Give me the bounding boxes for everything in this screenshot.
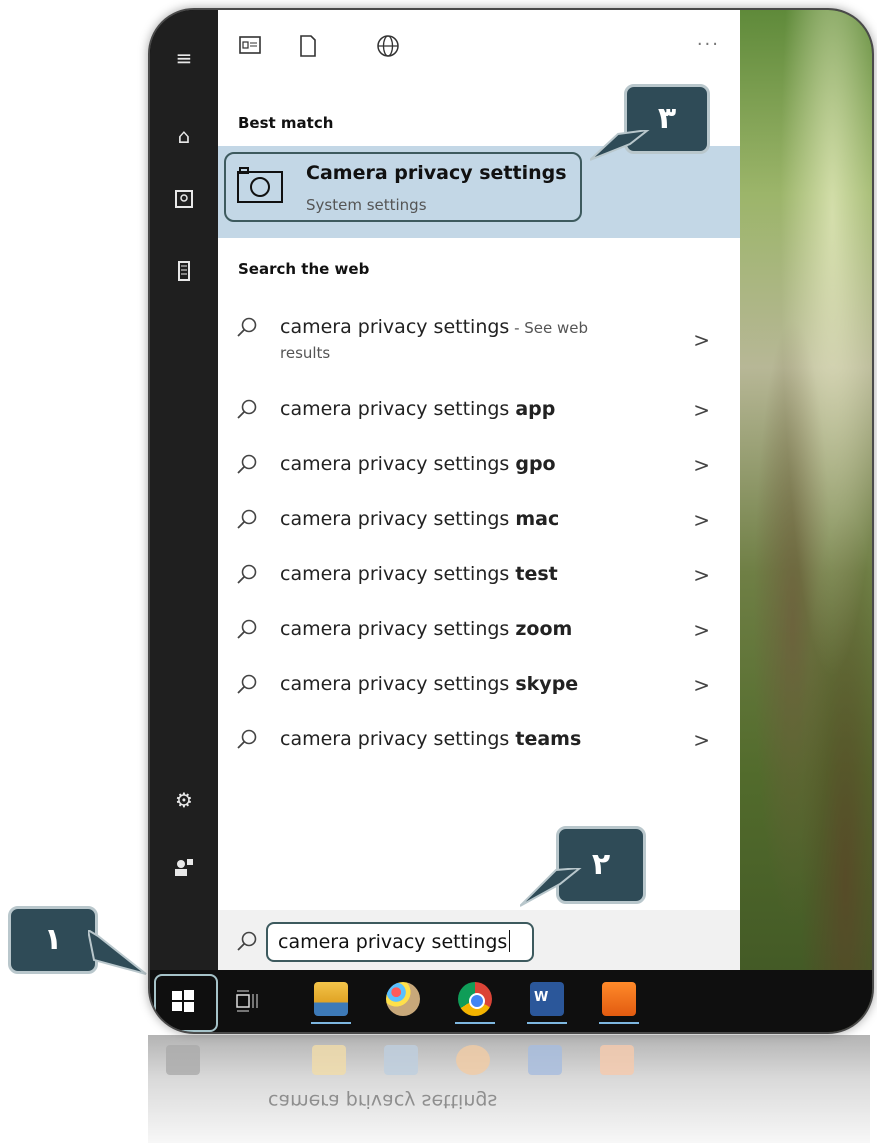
task-view-icon[interactable] bbox=[234, 988, 260, 1014]
web-result-row[interactable]: camera privacy settings mac > bbox=[218, 494, 740, 548]
text-cursor bbox=[509, 930, 511, 952]
web-result-results-label: results bbox=[280, 344, 331, 362]
search-input[interactable]: camera privacy settings bbox=[266, 922, 534, 962]
file-explorer-running-indicator bbox=[311, 1022, 351, 1024]
taskbar: W bbox=[150, 970, 872, 1032]
web-globe-icon[interactable] bbox=[374, 34, 402, 62]
search-icon bbox=[237, 564, 257, 584]
settings-gear-icon[interactable]: ⚙ bbox=[170, 786, 198, 814]
word-icon[interactable]: W bbox=[530, 982, 564, 1016]
word-icon-letter: W bbox=[534, 990, 549, 1005]
chevron-right-icon[interactable]: > bbox=[693, 673, 710, 697]
callout-1-pointer bbox=[88, 930, 147, 975]
user-account-icon[interactable] bbox=[170, 856, 198, 884]
web-result-text: camera privacy settings gpo bbox=[280, 453, 556, 475]
web-result-text: camera privacy settings - See web bbox=[280, 316, 589, 338]
chevron-right-icon[interactable]: > bbox=[693, 328, 710, 352]
home-icon[interactable]: ⌂ bbox=[170, 122, 198, 150]
start-rail: ≡ ⌂ ⚙ bbox=[150, 10, 218, 970]
callout-2-pointer bbox=[520, 868, 582, 907]
web-result-row[interactable]: camera privacy settings gpo > bbox=[218, 439, 740, 493]
search-icon bbox=[237, 619, 257, 639]
callout-3-pointer bbox=[590, 130, 650, 161]
search-input-value: camera privacy settings bbox=[278, 930, 511, 953]
web-result-row[interactable]: camera privacy settings - See web result… bbox=[218, 302, 740, 374]
pdf-app-icon[interactable] bbox=[602, 982, 636, 1016]
desktop-wallpaper bbox=[740, 10, 872, 1032]
chevron-right-icon[interactable]: > bbox=[693, 563, 710, 587]
chrome-icon-center bbox=[469, 993, 485, 1009]
chevron-right-icon[interactable]: > bbox=[693, 453, 710, 477]
chevron-right-icon[interactable]: > bbox=[693, 508, 710, 532]
search-icon bbox=[237, 729, 257, 749]
documents-icon[interactable] bbox=[170, 188, 198, 216]
best-match-subtitle: System settings bbox=[306, 196, 427, 214]
chevron-right-icon[interactable]: > bbox=[693, 618, 710, 642]
file-explorer-icon[interactable] bbox=[314, 982, 348, 1016]
word-running-indicator bbox=[527, 1022, 567, 1024]
chevron-right-icon[interactable]: > bbox=[693, 728, 710, 752]
hamburger-menu-icon[interactable]: ≡ bbox=[170, 44, 198, 72]
web-result-text: camera privacy settings app bbox=[280, 398, 556, 420]
best-match-heading: Best match bbox=[238, 114, 334, 132]
reflected-search-text: camera privacy settings bbox=[268, 1090, 498, 1112]
search-icon bbox=[237, 454, 257, 474]
chrome-icon bbox=[456, 1045, 490, 1075]
web-result-row[interactable]: camera privacy settings skype > bbox=[218, 659, 740, 713]
search-filter-toolbar: ··· bbox=[218, 10, 740, 94]
web-result-text: camera privacy settings zoom bbox=[280, 618, 573, 640]
search-icon bbox=[237, 399, 257, 419]
paint-icon[interactable] bbox=[386, 982, 420, 1016]
search-results-panel: ··· Best match Camera privacy settings S… bbox=[218, 10, 740, 970]
callout-1: ١ bbox=[8, 906, 98, 974]
windows-start-icon[interactable] bbox=[170, 988, 196, 1014]
more-options-icon[interactable]: ··· bbox=[697, 34, 720, 55]
pdf-app-icon bbox=[600, 1045, 634, 1075]
search-icon bbox=[237, 674, 257, 694]
search-icon bbox=[237, 317, 257, 337]
documents-filter-icon[interactable] bbox=[294, 34, 322, 62]
paint-icon bbox=[384, 1045, 418, 1075]
device-icon[interactable] bbox=[170, 260, 198, 288]
chrome-running-indicator bbox=[455, 1022, 495, 1024]
search-bar: camera privacy settings bbox=[218, 910, 740, 970]
web-result-text: camera privacy settings teams bbox=[280, 728, 582, 750]
windows-start-icon bbox=[166, 1045, 200, 1075]
camera-icon bbox=[237, 167, 283, 203]
web-result-text: camera privacy settings mac bbox=[280, 508, 560, 530]
taskbar-reflection: camera privacy settings bbox=[148, 1035, 870, 1143]
word-icon bbox=[528, 1045, 562, 1075]
web-result-row[interactable]: camera privacy settings zoom > bbox=[218, 604, 740, 658]
web-result-text: camera privacy settings test bbox=[280, 563, 558, 585]
pdf-app-running-indicator bbox=[599, 1022, 639, 1024]
apps-filter-icon[interactable] bbox=[236, 34, 264, 62]
web-result-row[interactable]: camera privacy settings app > bbox=[218, 384, 740, 438]
chevron-right-icon[interactable]: > bbox=[693, 398, 710, 422]
web-result-text: camera privacy settings skype bbox=[280, 673, 579, 695]
search-web-heading: Search the web bbox=[238, 260, 370, 278]
search-icon bbox=[237, 931, 257, 951]
best-match-title: Camera privacy settings bbox=[306, 162, 567, 184]
web-result-row[interactable]: camera privacy settings test > bbox=[218, 549, 740, 603]
start-menu-screenshot: ≡ ⌂ ⚙ ··· Best match Camera privacy sett… bbox=[148, 8, 874, 1034]
web-result-row[interactable]: camera privacy settings teams > bbox=[218, 714, 740, 768]
best-match-result[interactable]: Camera privacy settings System settings bbox=[218, 146, 740, 238]
file-explorer-icon bbox=[312, 1045, 346, 1075]
search-icon bbox=[237, 509, 257, 529]
